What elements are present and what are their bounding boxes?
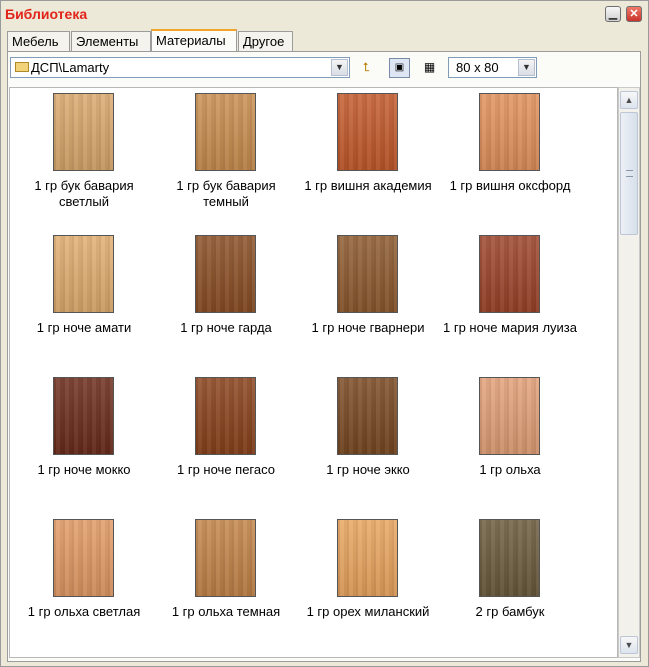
material-item[interactable]: 1 гр ноче амати bbox=[12, 230, 156, 370]
material-swatch[interactable] bbox=[479, 93, 540, 171]
material-item[interactable]: 1 гр ноче гарда bbox=[154, 230, 298, 370]
material-item[interactable]: 2 гр бамбук bbox=[438, 514, 582, 654]
material-item[interactable]: 1 гр ноче пегасо bbox=[154, 372, 298, 512]
material-label: 1 гр ноче мокко bbox=[37, 462, 131, 477]
material-label: 1 гр ноче экко bbox=[326, 462, 410, 477]
tab-mebel[interactable]: Мебель bbox=[7, 31, 70, 51]
library-window: Библиотека ▁ ✕ Мебель Элементы Материалы… bbox=[0, 0, 649, 667]
material-swatch[interactable] bbox=[195, 519, 256, 597]
tab-drugoe[interactable]: Другое bbox=[238, 31, 293, 51]
material-label: 2 гр бамбук bbox=[475, 604, 545, 619]
material-label: 1 гр ноче гварнери bbox=[311, 320, 425, 335]
material-label: 1 гр вишня оксфорд bbox=[449, 178, 571, 193]
material-item[interactable]: 1 гр вишня академия bbox=[296, 88, 440, 228]
material-swatch[interactable] bbox=[53, 519, 114, 597]
material-swatch[interactable] bbox=[479, 235, 540, 313]
thumbnail-view-icon[interactable]: ▣ bbox=[389, 58, 410, 78]
material-label: 1 гр ольха темная bbox=[171, 604, 281, 619]
scroll-thumb[interactable] bbox=[620, 112, 638, 235]
material-swatch[interactable] bbox=[337, 235, 398, 313]
material-label: 1 гр ноче мария луиза bbox=[442, 320, 577, 335]
material-label: 1 гр бук бавария темный bbox=[176, 178, 276, 209]
materials-grid: 1 гр бук бавария светлый 1 гр бук бавария… bbox=[9, 87, 618, 658]
material-item[interactable]: 1 гр бук бавария темный bbox=[154, 88, 298, 228]
material-item[interactable]: 1 гр орех миланский bbox=[296, 514, 440, 654]
material-item[interactable]: 1 гр ноче мария луиза bbox=[438, 230, 582, 370]
material-item[interactable]: 1 гр вишня оксфорд bbox=[438, 88, 582, 228]
material-label: 1 гр ноче пегасо bbox=[177, 462, 275, 477]
path-select[interactable]: ДСП\Lamarty ▼ bbox=[10, 57, 350, 78]
material-label: 1 гр орех миланский bbox=[306, 604, 430, 619]
thumbnail-size-value: 80 x 80 bbox=[456, 60, 499, 75]
tab-materialy[interactable]: Материалы bbox=[151, 29, 237, 52]
material-swatch[interactable] bbox=[53, 93, 114, 171]
arrow-down-icon[interactable]: ▼ bbox=[620, 636, 638, 654]
path-text: ДСП\Lamarty bbox=[31, 60, 110, 75]
material-swatch[interactable] bbox=[337, 93, 398, 171]
material-swatch[interactable] bbox=[195, 377, 256, 455]
folder-icon bbox=[15, 62, 29, 72]
material-label: 1 гр ноче гарда bbox=[180, 320, 272, 335]
material-swatch[interactable] bbox=[337, 377, 398, 455]
close-icon[interactable]: ✕ bbox=[626, 6, 642, 22]
vertical-scrollbar[interactable]: ▲ ▼ bbox=[618, 87, 640, 658]
material-label: 1 гр ольха светлая bbox=[27, 604, 141, 619]
chevron-down-icon[interactable]: ▼ bbox=[331, 59, 348, 76]
material-item[interactable]: 1 гр ноче экко bbox=[296, 372, 440, 512]
material-swatch[interactable] bbox=[337, 519, 398, 597]
folder-up-icon[interactable]: ⮤ bbox=[356, 58, 377, 78]
material-label: 1 гр ноче амати bbox=[36, 320, 132, 335]
chevron-down-icon[interactable]: ▼ bbox=[518, 59, 535, 76]
thumbnail-size-select[interactable]: 80 x 80 ▼ bbox=[448, 57, 537, 78]
material-item[interactable]: 1 гр ольха светлая bbox=[12, 514, 156, 654]
tab-elementy[interactable]: Элементы bbox=[71, 31, 151, 51]
material-swatch[interactable] bbox=[479, 377, 540, 455]
arrow-up-icon[interactable]: ▲ bbox=[620, 91, 638, 109]
material-swatch[interactable] bbox=[195, 93, 256, 171]
grip-icon bbox=[626, 170, 633, 177]
window-title: Библиотека bbox=[5, 6, 88, 22]
material-item[interactable]: 1 гр ноче гварнери bbox=[296, 230, 440, 370]
material-swatch[interactable] bbox=[479, 519, 540, 597]
material-item[interactable]: 1 гр бук бавария светлый bbox=[12, 88, 156, 228]
material-swatch[interactable] bbox=[53, 235, 114, 313]
material-item[interactable]: 1 гр ольха темная bbox=[154, 514, 298, 654]
material-label: 1 гр бук бавария светлый bbox=[34, 178, 134, 209]
material-swatch[interactable] bbox=[195, 235, 256, 313]
material-swatch[interactable] bbox=[53, 377, 114, 455]
minimize-icon[interactable]: ▁ bbox=[605, 6, 621, 22]
title-bar: Библиотека ▁ ✕ bbox=[1, 1, 648, 27]
material-item[interactable]: 1 гр ноче мокко bbox=[12, 372, 156, 512]
detail-view-icon[interactable]: ▦ bbox=[419, 58, 440, 78]
material-item[interactable]: 1 гр ольха bbox=[438, 372, 582, 512]
material-label: 1 гр вишня академия bbox=[304, 178, 432, 193]
material-label: 1 гр ольха bbox=[479, 462, 541, 477]
